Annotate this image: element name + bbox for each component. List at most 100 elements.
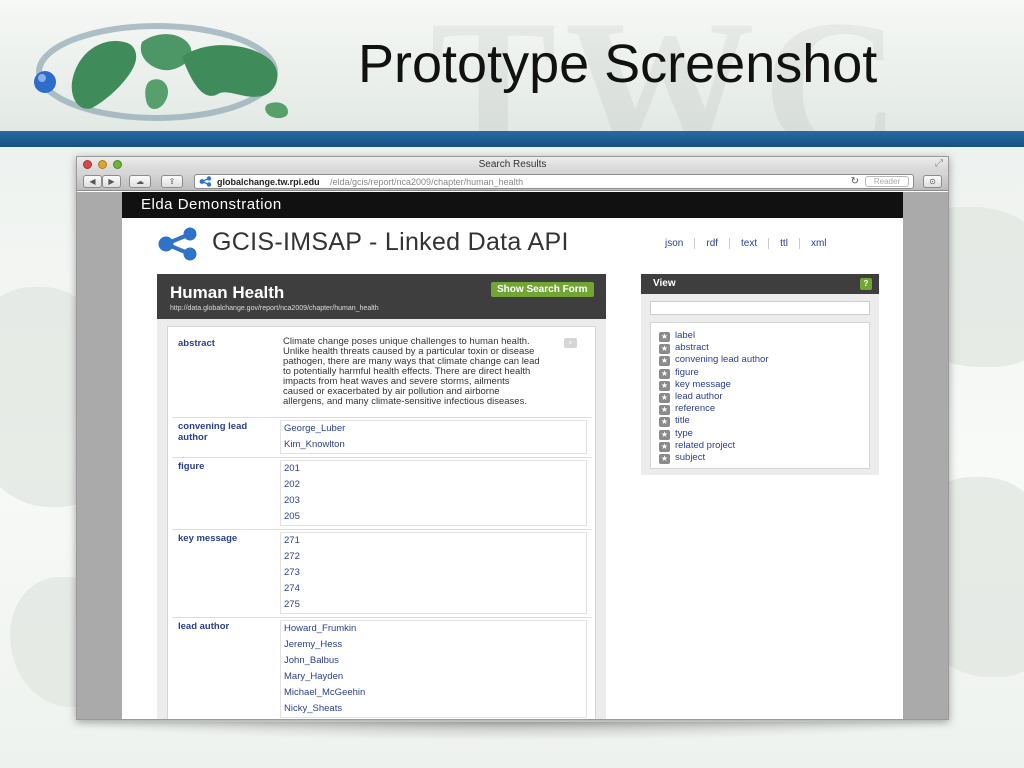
view-item-label: reference [675, 403, 716, 415]
view-item-label: figure [675, 366, 699, 378]
view-item-label: key message [675, 378, 731, 390]
slide-header: TWC Prototype Screenshot [0, 0, 1024, 133]
downloads-button[interactable]: ⊙ [923, 175, 942, 188]
help-button[interactable]: ? [860, 278, 872, 290]
property-value[interactable]: 275 [281, 597, 586, 613]
back-button[interactable]: ◀ [83, 175, 102, 188]
property-value[interactable]: Mary_Hayden [281, 669, 586, 685]
address-path: /elda/gcis/report/nca2009/chapter/human_… [330, 177, 524, 187]
property-value[interactable]: Howard_Frumkin [281, 621, 586, 637]
property-value[interactable]: John_Balbus [281, 653, 586, 669]
forward-button[interactable]: ▶ [102, 175, 121, 188]
resource-panel: Human Health http://data.globalchange.go… [157, 274, 606, 719]
row-divider [172, 529, 592, 530]
view-item[interactable]: ★ abstract [651, 342, 869, 355]
fullscreen-icon[interactable]: ⤢ [935, 158, 943, 169]
elda-banner-title: Elda Demonstration [141, 196, 282, 213]
property-name[interactable]: figure [178, 461, 204, 472]
view-item[interactable]: ★ lead author [651, 391, 869, 403]
property-values: 271 272 273 274 275 [280, 532, 587, 614]
view-item[interactable]: ★ key message [651, 379, 869, 391]
window-title: Search Results [478, 159, 547, 170]
property-values: 201 202 203 205 [280, 460, 587, 526]
property-value[interactable]: 202 [281, 477, 586, 493]
address-bar[interactable]: globalchange.tw.rpi.edu /elda/gcis/repor… [194, 174, 914, 189]
star-icon[interactable]: ★ [659, 417, 670, 428]
row-divider [172, 457, 592, 458]
slide-title: Prototype Screenshot [358, 34, 878, 94]
view-item-label: title [675, 415, 690, 427]
view-item-label: convening lead author [675, 354, 769, 366]
site-favicon-icon [199, 176, 212, 187]
star-icon[interactable]: ★ [659, 332, 670, 342]
resource-title: Human Health [170, 283, 285, 302]
format-link-rdf[interactable]: rdf [694, 238, 729, 249]
format-link-json[interactable]: json [654, 238, 694, 249]
view-item[interactable]: ★ type [651, 428, 869, 440]
view-title: View [653, 278, 676, 289]
view-item-label: subject [675, 451, 706, 463]
icloud-tabs-button[interactable]: ☁ [129, 175, 151, 188]
star-icon[interactable]: ★ [659, 344, 670, 355]
star-icon[interactable]: ★ [659, 380, 670, 391]
property-name[interactable]: convening lead author [178, 421, 270, 443]
star-icon[interactable]: ★ [659, 392, 670, 403]
reader-button[interactable]: Reader [865, 176, 909, 187]
view-item-label: lead author [675, 390, 723, 402]
share-button[interactable]: ⇪ [161, 175, 183, 188]
format-link-xml[interactable]: xml [798, 238, 838, 249]
property-value[interactable]: 271 [281, 533, 586, 549]
property-name[interactable]: lead author [178, 621, 229, 632]
view-item[interactable]: ★ reference [651, 403, 869, 416]
property-value[interactable]: Kim_Knowlton [281, 437, 586, 453]
property-table: abstract Climate change poses unique cha… [167, 326, 596, 719]
property-value[interactable]: 203 [281, 493, 586, 509]
window-shadow [60, 722, 960, 740]
property-row-abstract: abstract Climate change poses unique cha… [168, 327, 595, 417]
property-value[interactable]: 274 [281, 581, 586, 597]
view-property-list: ★ label ★ abstract ★ convening lead author … [650, 322, 870, 469]
row-divider [172, 617, 592, 618]
resource-header: Human Health http://data.globalchange.go… [157, 274, 606, 319]
property-value[interactable]: 272 [281, 549, 586, 565]
address-host: globalchange.tw.rpi.edu [217, 177, 320, 187]
property-value[interactable]: 273 [281, 565, 586, 581]
view-filter-input[interactable] [650, 301, 870, 315]
view-header: View ? [641, 274, 879, 294]
star-icon[interactable]: ★ [659, 453, 670, 464]
zoom-icon[interactable]: ⌕ [564, 338, 577, 348]
star-icon[interactable]: ★ [659, 429, 670, 440]
view-item[interactable]: ★ subject [651, 452, 869, 464]
view-panel: View ? ★ label ★ abstract ★ convening lead … [641, 274, 879, 475]
star-icon[interactable]: ★ [659, 356, 670, 367]
format-link-text[interactable]: text [729, 238, 768, 249]
browser-toolbar: ◀ ▶ ☁ ⇪ globalchange.tw.rpi.edu /elda/gc… [77, 172, 948, 191]
format-links: json rdf text ttl xml [654, 238, 838, 249]
resource-uri[interactable]: http://data.globalchange.gov/report/nca2… [170, 305, 379, 312]
property-value[interactable]: 201 [281, 461, 586, 477]
view-item[interactable]: ★ figure [651, 367, 869, 379]
view-item[interactable]: ★ convening lead author [651, 354, 869, 367]
view-item[interactable]: ★ title [651, 415, 869, 428]
browser-viewport: Elda Demonstration GCIS-IMSAP - Linked D… [77, 192, 948, 719]
slide-title-bar [0, 131, 1024, 147]
show-search-form-button[interactable]: Show Search Form [491, 282, 594, 297]
api-title: GCIS-IMSAP - Linked Data API [212, 228, 569, 256]
web-page: Elda Demonstration GCIS-IMSAP - Linked D… [122, 192, 903, 719]
property-value[interactable]: Michael_McGeehin [281, 685, 586, 701]
format-link-ttl[interactable]: ttl [768, 238, 799, 249]
star-icon[interactable]: ★ [659, 368, 670, 379]
property-value[interactable]: George_Luber [281, 421, 586, 437]
view-item[interactable]: ★ related project [651, 440, 869, 452]
view-item-label: type [675, 427, 693, 439]
property-value[interactable]: Nicky_Sheats [281, 701, 586, 717]
property-value[interactable]: Jeremy_Hess [281, 637, 586, 653]
property-name[interactable]: abstract [178, 338, 215, 349]
row-divider [172, 417, 592, 418]
reload-icon[interactable]: ↻ [851, 176, 859, 187]
property-name[interactable]: key message [178, 533, 237, 544]
star-icon[interactable]: ★ [659, 441, 670, 452]
view-item[interactable]: ★ label [651, 330, 869, 342]
property-value[interactable]: 205 [281, 509, 586, 525]
star-icon[interactable]: ★ [659, 405, 670, 416]
